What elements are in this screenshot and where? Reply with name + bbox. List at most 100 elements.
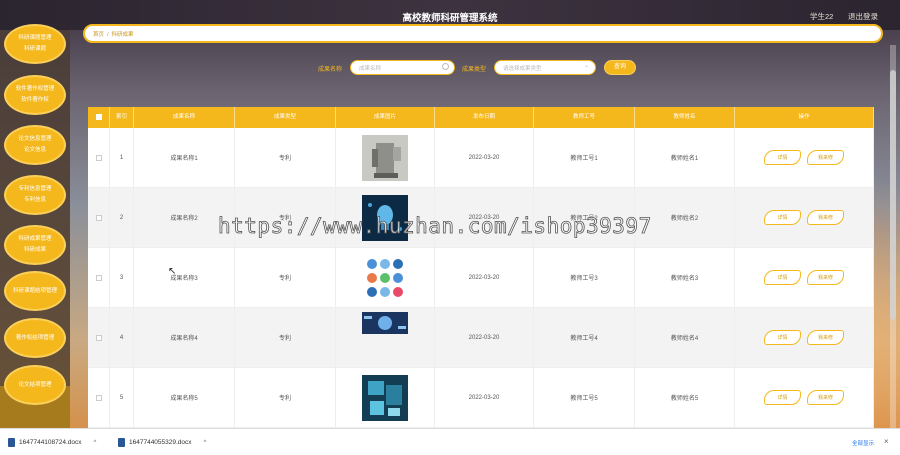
type-cell: 专利 [235, 308, 336, 367]
date-cell: 2022-03-20 [435, 368, 534, 427]
name-search-input[interactable]: 成果名称 [350, 60, 455, 75]
chevron-down-icon: ⌄ [583, 63, 589, 69]
row-checkbox[interactable] [95, 274, 102, 281]
teacher-id-cell: 教师工号4 [534, 308, 635, 367]
row-checkbox[interactable] [95, 214, 102, 221]
sidebar-item-label: 著作权结项管理 [15, 334, 55, 341]
table-row: 4 成果名称4 专利 2022-03-20 教师工号4 教师姓名4 详情 我来修 [88, 308, 874, 368]
detail-button[interactable]: 详情 [764, 330, 801, 345]
actions-cell: 详情 我来修 [735, 368, 874, 427]
sidebar-subitem[interactable]: 科研课题 [24, 44, 46, 55]
finish-button-label: 我来修 [817, 395, 833, 401]
detail-button[interactable]: 详情 [764, 150, 801, 165]
row-checkbox[interactable] [95, 154, 102, 161]
word-document-icon [8, 438, 15, 447]
chevron-up-icon[interactable]: ^ [204, 440, 207, 446]
index-cell: 1 [110, 128, 134, 187]
type-label: 成果类型 [462, 67, 487, 73]
teacher-id-cell: 教师工号5 [534, 368, 635, 427]
logout-link[interactable]: 退出登录 [848, 11, 878, 22]
finish-button[interactable]: 我来修 [807, 270, 844, 285]
finish-button[interactable]: 我来修 [807, 390, 844, 405]
finish-button-label: 我来修 [817, 215, 833, 221]
column-header: 发布日期 [435, 107, 534, 128]
index-cell: 2 [110, 188, 134, 247]
table-row: 1 成果名称1 专利 2022-03-20 教师工号1 教师姓名1 详情 我来修 [88, 128, 874, 188]
row-checkbox[interactable] [95, 394, 102, 401]
type-cell: 专利 [235, 128, 336, 187]
sidebar-subitem[interactable]: 论文信息 [24, 145, 46, 156]
select-all-cell[interactable] [88, 107, 110, 128]
row-checkbox-cell[interactable] [88, 188, 110, 247]
current-user: 学生22 [810, 12, 834, 21]
teacher-name-cell: 教师姓名5 [635, 368, 735, 427]
sidebar-item-label: 科研成果管理 [18, 236, 52, 242]
show-all-downloads-link[interactable]: 全部显示 [852, 439, 874, 447]
index-cell: 4 [110, 308, 134, 367]
sidebar-item-copyright-closure[interactable]: 著作权结项管理 [4, 318, 66, 358]
sidebar-item-paper-closure[interactable]: 论文结项管理 [4, 365, 66, 405]
column-header: 操作 [735, 107, 874, 128]
column-header: 成果图片 [336, 107, 435, 128]
actions-cell: 详情 我来修 [735, 248, 874, 307]
row-checkbox-cell[interactable] [88, 368, 110, 427]
detail-button[interactable]: 详情 [764, 210, 801, 225]
sidebar-item-topic-closure[interactable]: 科研课题结项管理 [4, 271, 66, 311]
detail-button[interactable]: 详情 [764, 270, 801, 285]
finish-button-label: 我来修 [817, 275, 833, 281]
finish-button[interactable]: 我来修 [807, 210, 844, 225]
sidebar-item-paper[interactable]: 论文信息管理 论文信息 [4, 125, 66, 165]
achievement-table: 索引 成果名称 成果类型 成果图片 发布日期 教师工号 教师姓名 操作 1 成果… [88, 107, 874, 428]
search-row: 成果名称 成果名称 成果类型 请选择成果类型 ⌄ 查询 [0, 60, 900, 76]
index-cell: 3 [110, 248, 134, 307]
column-header: 成果类型 [235, 107, 336, 128]
column-header: 教师工号 [534, 107, 635, 128]
actions-cell: 详情 我来修 [735, 128, 874, 187]
sidebar-item-software-copyright[interactable]: 软件著作权管理 软件著作权 [4, 75, 66, 115]
download-filename: 1647744108724.docx [19, 439, 82, 446]
detail-button[interactable]: 详情 [764, 390, 801, 405]
type-cell: 专利 [235, 368, 336, 427]
image-cell [336, 308, 435, 367]
sidebar-item-research-topic[interactable]: 科研课题管理 科研课题 [4, 24, 66, 64]
chevron-up-icon[interactable]: ^ [94, 440, 97, 446]
column-header: 成果名称 [134, 107, 235, 128]
sidebar-item-achievement[interactable]: 科研成果管理 科研成果 [4, 225, 66, 265]
row-checkbox[interactable] [95, 334, 102, 341]
sidebar-item-label: 专利信息管理 [18, 186, 52, 192]
achievement-image [362, 312, 408, 334]
date-cell: 2022-03-20 [435, 308, 534, 367]
finish-button[interactable]: 我来修 [807, 150, 844, 165]
page-scrollbar-thumb[interactable] [890, 70, 896, 320]
watermark-text: https://www.huzhan.com/ishop39397 [218, 214, 652, 239]
table-row: 5 成果名称5 专利 2022-03-20 教师工号5 教师姓名5 详情 我来修 [88, 368, 874, 428]
close-icon[interactable]: × [884, 437, 889, 446]
sidebar: 科研课题管理 科研课题 软件著作权管理 软件著作权 论文信息管理 论文信息 专利… [0, 24, 70, 455]
achievement-image [362, 374, 408, 421]
finish-button[interactable]: 我来修 [807, 330, 844, 345]
breadcrumb: 首页 / 科研成果 [83, 24, 883, 43]
detail-button-label: 详情 [777, 215, 788, 221]
download-item[interactable]: 1647744055329.docx ^ [118, 438, 206, 447]
breadcrumb-home[interactable]: 首页 [93, 32, 104, 38]
actions-cell: 详情 我来修 [735, 188, 874, 247]
type-cell: 专利 [235, 248, 336, 307]
name-label: 成果名称 [318, 67, 343, 73]
date-cell: 2022-03-20 [435, 128, 534, 187]
detail-button-label: 详情 [777, 335, 788, 341]
query-button[interactable]: 查询 [604, 60, 636, 75]
sidebar-subitem[interactable]: 专利信息 [24, 195, 46, 206]
row-checkbox-cell[interactable] [88, 248, 110, 307]
sidebar-subitem[interactable]: 软件著作权 [21, 95, 49, 106]
sidebar-subitem[interactable]: 科研成果 [24, 245, 46, 256]
row-checkbox-cell[interactable] [88, 128, 110, 187]
name-cell: 成果名称5 [134, 368, 235, 427]
sidebar-item-patent[interactable]: 专利信息管理 专利信息 [4, 175, 66, 215]
download-item[interactable]: 1647744108724.docx ^ [8, 438, 96, 447]
row-checkbox-cell[interactable] [88, 308, 110, 367]
select-all-checkbox[interactable] [95, 113, 102, 120]
search-icon [442, 63, 449, 70]
table-row: 3 成果名称3 专利 2022-03-20 教师工号3 教师姓名3 详情 我来修 [88, 248, 874, 308]
download-filename: 1647744055329.docx [129, 439, 192, 446]
type-select[interactable]: 请选择成果类型 ⌄ [494, 60, 596, 75]
